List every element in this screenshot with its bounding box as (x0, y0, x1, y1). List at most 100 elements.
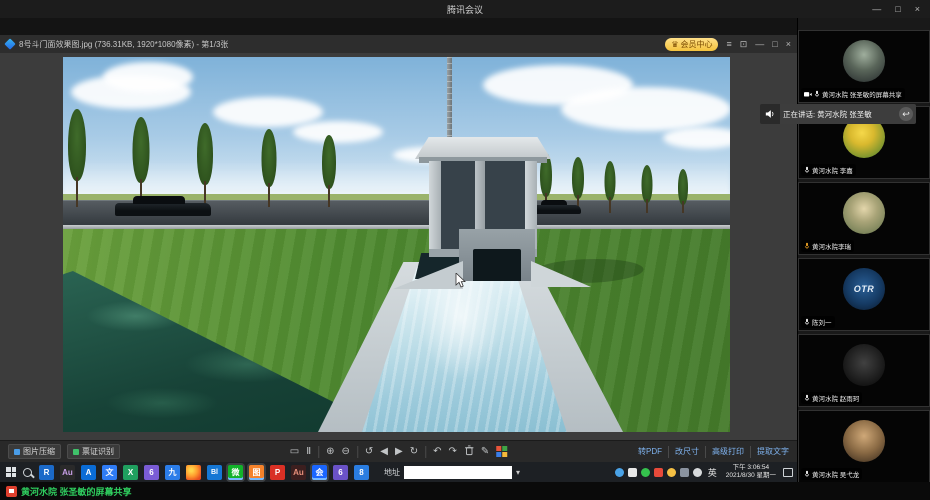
start-button[interactable] (6, 467, 16, 477)
participant-name-bar: 陈刘一 (801, 316, 835, 328)
extract-text-button[interactable]: 提取文字 (757, 446, 789, 457)
tray-icon[interactable] (667, 468, 676, 477)
taskbar-app-image-viewer[interactable]: 图 (249, 465, 264, 480)
address-dropdown-icon[interactable]: ▾ (516, 468, 520, 477)
compress-image-button[interactable]: 图片压缩 (8, 444, 61, 459)
participant-tile-4[interactable]: OTR 陈刘一 (798, 258, 930, 331)
participant-name: 黄河水院 赵雨珂 (812, 393, 859, 403)
taskbar-app-tencent-meeting[interactable]: 会 (312, 465, 327, 480)
mic-icon (804, 166, 810, 174)
taskbar-app-r[interactable]: R (39, 465, 54, 480)
mast-pole (447, 57, 452, 145)
pause-tool-icon[interactable]: Ⅱ (306, 447, 311, 457)
taskbar-app-audition[interactable]: Au (60, 465, 75, 480)
viewer-canvas[interactable] (0, 53, 797, 440)
taskbar-app-firefox[interactable] (186, 465, 201, 480)
gatehouse-roof (415, 137, 551, 159)
tray-icon[interactable] (615, 468, 624, 477)
avatar-logo-text: OTR (854, 284, 875, 294)
participant-tile-6[interactable]: 黄河水院 吴弋龙 (798, 410, 930, 483)
taskbar-app-bl[interactable]: Bl (207, 465, 222, 480)
more-tools-grid-icon[interactable] (496, 446, 507, 457)
viewer-minimize-button[interactable]: — (755, 39, 764, 49)
taskbar-app-six[interactable]: 6 (333, 465, 348, 480)
screen-share-text: 黄河水院 张圣敏的屏幕共享 (21, 485, 132, 498)
participant-tile-5[interactable]: 黄河水院 赵雨珂 (798, 334, 930, 407)
taskbar-app-p[interactable]: P (270, 465, 285, 480)
participants-sidebar: 黄河水院 张圣敏的屏幕共享 黄河水院 李嘉 黄河水院李瑞 OTR 陈刘一 (797, 18, 930, 482)
cloud (213, 97, 323, 127)
undo-icon[interactable]: ↶ (433, 447, 441, 457)
compress-label: 图片压缩 (23, 446, 55, 457)
taskbar-app-au2[interactable]: Au (291, 465, 306, 480)
windows-taskbar: R Au A 文 X 6 九 Bl 微 图 P Au 会 6 8 地址 ▾ (0, 462, 797, 482)
vip-center-button[interactable]: ♛ 会员中心 (665, 38, 718, 51)
resize-button[interactable]: 改尺寸 (675, 446, 699, 457)
viewer-maximize-button[interactable]: □ (772, 39, 777, 49)
viewer-toolbar: 图片压缩 票证识别 ▭ Ⅱ ⊕ ⊖ ↺ ◀ ▶ ↻ ↶ ↷ (0, 440, 797, 462)
clock-time: 下午 3:06:54 (726, 464, 776, 472)
participant-tile-3[interactable]: 黄河水院李瑞 (798, 182, 930, 255)
avatar (843, 192, 885, 234)
address-label: 地址 (384, 467, 400, 478)
close-button[interactable]: × (915, 4, 920, 14)
zoom-in-icon[interactable]: ⊕ (326, 447, 334, 457)
tray-icon[interactable] (641, 468, 650, 477)
advanced-print-button[interactable]: 高级打印 (712, 446, 744, 457)
avatar: OTR (843, 268, 885, 310)
taskbar-app-excel[interactable]: X (123, 465, 138, 480)
taskbar-search-icon[interactable] (23, 468, 32, 477)
edit-icon[interactable]: ✎ (481, 447, 489, 457)
convert-pdf-button[interactable]: 转PDF (638, 446, 662, 457)
zoom-out-icon[interactable]: ⊖ (342, 447, 350, 457)
taskbar-app-a[interactable]: A (81, 465, 96, 480)
screen-share-icon (6, 486, 17, 497)
rendered-image[interactable] (63, 57, 730, 432)
notification-center-icon[interactable] (783, 468, 793, 477)
ticket-ocr-button[interactable]: 票证识别 (67, 444, 120, 459)
vip-center-label: 会员中心 (680, 39, 712, 50)
viewer-fullscreen-icon[interactable]: ⊡ (740, 39, 748, 50)
address-toolbar: 地址 ▾ (384, 466, 520, 479)
avatar (843, 420, 885, 462)
participant-name-bar: 黄河水院 赵雨珂 (801, 392, 862, 404)
clock-date: 2021/8/30 星期一 (726, 472, 776, 480)
taskbar-app-purple[interactable]: 6 (144, 465, 159, 480)
taskbar-clock[interactable]: 下午 3:06:54 2021/8/30 星期一 (726, 464, 776, 480)
participant-name: 黄河水院 吴弋龙 (812, 469, 859, 479)
delete-icon[interactable] (464, 445, 474, 459)
ocr-label: 票证识别 (82, 446, 114, 457)
rotate-right-icon[interactable]: ↻ (410, 447, 418, 457)
reply-arrow-button[interactable]: ↩ (899, 107, 913, 121)
previous-image-icon[interactable]: ◀ (380, 447, 388, 457)
taskbar-app-eight[interactable]: 8 (354, 465, 369, 480)
volume-icon[interactable] (693, 468, 702, 477)
tray-icon[interactable] (680, 468, 689, 477)
display-tool-icon[interactable]: ▭ (290, 447, 299, 457)
mouse-cursor (455, 273, 466, 293)
ocr-icon (73, 449, 79, 455)
screen-share-banner: 黄河水院 张圣敏的屏幕共享 (0, 482, 930, 500)
viewer-close-button[interactable]: × (786, 39, 791, 49)
rotate-left-icon[interactable]: ↺ (365, 447, 373, 457)
taskbar-app-wechat[interactable]: 微 (228, 465, 243, 480)
maximize-button[interactable]: □ (895, 4, 900, 14)
minimize-button[interactable]: — (872, 4, 881, 14)
viewer-menu-icon[interactable]: ≡ (726, 39, 731, 49)
redo-icon[interactable]: ↷ (448, 447, 456, 457)
address-input[interactable] (404, 466, 512, 479)
taskbar-app-wps[interactable]: 文 (102, 465, 117, 480)
participant-name-bar: 黄河水院 吴弋龙 (801, 468, 862, 480)
car-dark-small (531, 205, 581, 214)
mic-icon (804, 318, 810, 326)
taskbar-app-jiu[interactable]: 九 (165, 465, 180, 480)
tray-icon[interactable] (628, 468, 637, 477)
mic-icon (804, 394, 810, 402)
mic-icon (814, 90, 820, 98)
mic-icon (804, 470, 810, 478)
participant-tile-1[interactable]: 黄河水院 张圣敏的屏幕共享 (798, 30, 930, 103)
speaking-toast: 正在讲话: 黄河水院 张圣敏 ↩ (760, 104, 916, 124)
next-image-icon[interactable]: ▶ (395, 447, 403, 457)
tray-icon[interactable] (654, 468, 663, 477)
ime-indicator[interactable]: 英 (706, 466, 719, 479)
